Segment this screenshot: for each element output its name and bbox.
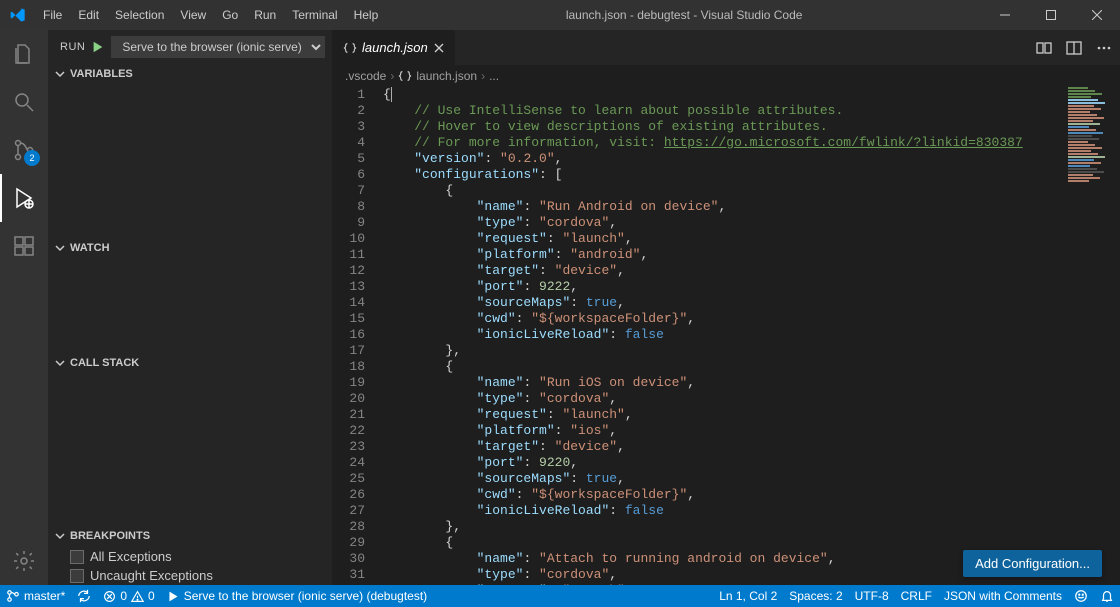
json-file-icon	[343, 41, 357, 55]
errors-count: 0	[120, 589, 127, 603]
checkbox-icon[interactable]	[70, 569, 84, 583]
activity-extensions[interactable]	[0, 222, 48, 270]
run-label: RUN	[60, 41, 85, 53]
status-problems[interactable]: 0 0	[97, 585, 160, 607]
bp-all-exceptions[interactable]: All Exceptions	[48, 547, 332, 566]
crumb-more[interactable]: ...	[489, 69, 499, 83]
menu-file[interactable]: File	[35, 0, 70, 30]
code-content[interactable]: { // Use IntelliSense to learn about pos…	[383, 87, 1120, 585]
branch-label: master*	[24, 589, 65, 603]
tab-label: launch.json	[362, 40, 428, 55]
bp-all-label: All Exceptions	[90, 549, 172, 564]
menu-view[interactable]: View	[172, 0, 214, 30]
menu-run[interactable]: Run	[246, 0, 284, 30]
menu-terminal[interactable]: Terminal	[284, 0, 345, 30]
menu-bar: File Edit Selection View Go Run Terminal…	[35, 0, 386, 30]
section-watch-label: WATCH	[70, 242, 110, 254]
section-variables-label: VARIABLES	[70, 68, 133, 80]
start-debug-icon[interactable]	[91, 40, 105, 54]
section-callstack[interactable]: CALL STACK	[48, 353, 332, 374]
close-icon[interactable]	[1074, 0, 1120, 30]
menu-help[interactable]: Help	[346, 0, 387, 30]
json-file-icon	[398, 69, 412, 83]
compare-changes-icon[interactable]	[1036, 40, 1052, 56]
title-bar: File Edit Selection View Go Run Terminal…	[0, 0, 1120, 30]
status-ln-col[interactable]: Ln 1, Col 2	[713, 585, 783, 607]
editor[interactable]: 1234567891011121314151617181920212223242…	[333, 87, 1120, 585]
status-bell-icon[interactable]	[1094, 585, 1120, 607]
debug-toolbar: RUN Serve to the browser (ionic serve)	[48, 30, 332, 64]
add-configuration-button[interactable]: Add Configuration...	[963, 550, 1102, 577]
tab-launch-json[interactable]: launch.json	[333, 30, 456, 65]
status-eol[interactable]: CRLF	[895, 585, 938, 607]
window-title: launch.json - debugtest - Visual Studio …	[386, 8, 982, 22]
section-watch[interactable]: WATCH	[48, 237, 332, 258]
status-debug-target[interactable]: Serve to the browser (ionic serve) (debu…	[161, 585, 433, 607]
activity-explorer[interactable]	[0, 30, 48, 78]
activity-bar: 2	[0, 30, 48, 585]
activity-search[interactable]	[0, 78, 48, 126]
activity-settings[interactable]	[0, 537, 48, 585]
menu-selection[interactable]: Selection	[107, 0, 172, 30]
maximize-icon[interactable]	[1028, 0, 1074, 30]
crumb-folder[interactable]: .vscode	[345, 69, 386, 83]
status-language[interactable]: JSON with Comments	[938, 585, 1068, 607]
bp-uncaught-exceptions[interactable]: Uncaught Exceptions	[48, 566, 332, 585]
activity-run-debug[interactable]	[0, 174, 48, 222]
crumb-file[interactable]: launch.json	[398, 69, 477, 83]
section-breakpoints-label: BREAKPOINTS	[70, 530, 150, 542]
breadcrumb[interactable]: .vscode › launch.json › ...	[333, 65, 1120, 87]
chevron-right-icon: ›	[390, 69, 394, 83]
debug-target-label: Serve to the browser (ionic serve) (debu…	[184, 589, 427, 603]
warnings-count: 0	[148, 589, 155, 603]
more-icon[interactable]	[1096, 40, 1112, 56]
minimize-icon[interactable]	[982, 0, 1028, 30]
menu-edit[interactable]: Edit	[70, 0, 107, 30]
debug-config-select[interactable]: Serve to the browser (ionic serve)	[111, 36, 325, 58]
chevron-down-icon	[52, 240, 68, 256]
minimap[interactable]	[1068, 87, 1108, 297]
chevron-down-icon	[52, 528, 68, 544]
split-editor-icon[interactable]	[1066, 40, 1082, 56]
status-feedback-icon[interactable]	[1068, 585, 1094, 607]
status-encoding[interactable]: UTF-8	[849, 585, 895, 607]
status-bar: master* 0 0 Serve to the browser (ionic …	[0, 585, 1120, 607]
line-gutter: 1234567891011121314151617181920212223242…	[333, 87, 383, 585]
activity-source-control[interactable]: 2	[0, 126, 48, 174]
crumb-file-label: launch.json	[416, 69, 477, 83]
status-branch[interactable]: master*	[0, 585, 71, 607]
section-breakpoints[interactable]: BREAKPOINTS	[48, 526, 332, 547]
debug-sidebar: RUN Serve to the browser (ionic serve) V…	[48, 30, 333, 585]
tab-close-icon[interactable]	[433, 42, 445, 54]
tab-bar: launch.json	[333, 30, 1120, 65]
editor-area: launch.json .vscode › launch.json ›	[333, 30, 1120, 585]
chevron-down-icon	[52, 355, 68, 371]
status-spaces[interactable]: Spaces: 2	[783, 585, 848, 607]
chevron-right-icon: ›	[481, 69, 485, 83]
chevron-down-icon	[52, 66, 68, 82]
section-callstack-label: CALL STACK	[70, 357, 139, 369]
checkbox-icon[interactable]	[70, 550, 84, 564]
section-variables[interactable]: VARIABLES	[48, 64, 332, 85]
vscode-icon	[0, 7, 35, 23]
status-sync[interactable]	[71, 585, 97, 607]
scm-badge: 2	[24, 150, 40, 166]
menu-go[interactable]: Go	[214, 0, 246, 30]
bp-uncaught-label: Uncaught Exceptions	[90, 568, 213, 583]
